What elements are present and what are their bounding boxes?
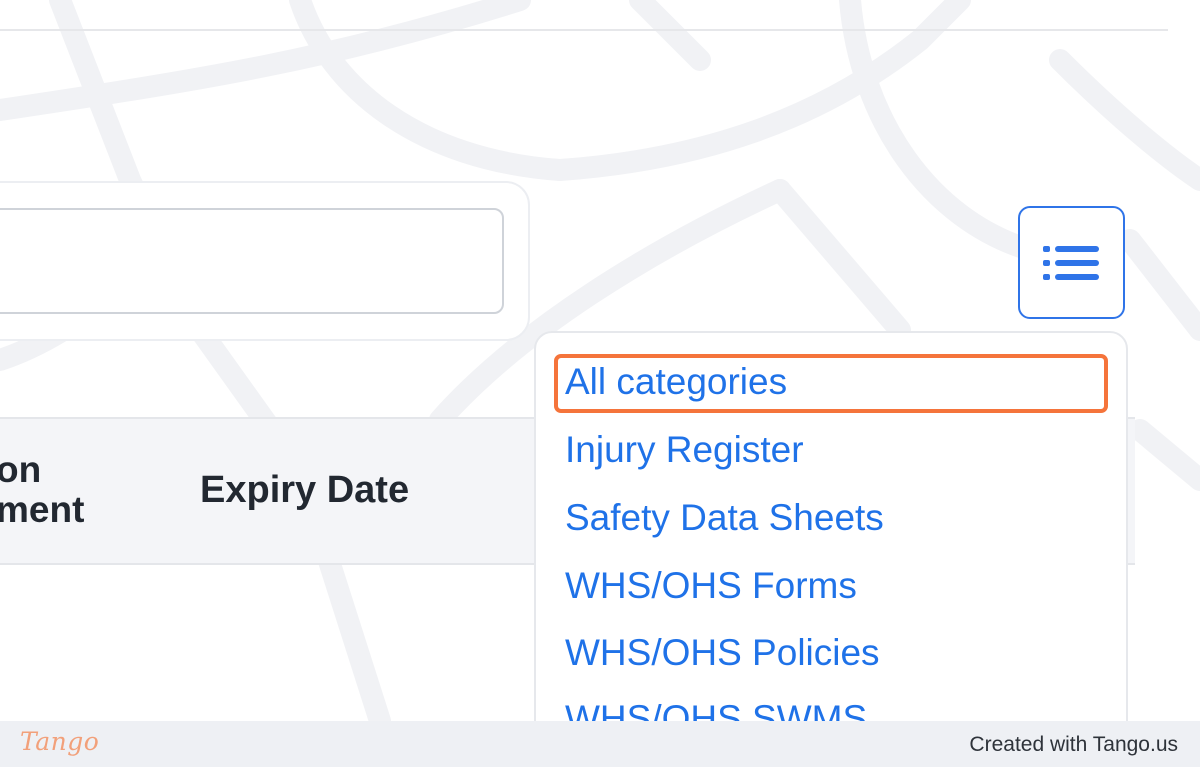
top-divider <box>0 29 1168 31</box>
step-highlight-box <box>554 354 1108 413</box>
dropdown-item-whs-ohs-policies[interactable]: WHS/OHS Policies <box>565 625 880 681</box>
table-header-expiry-date[interactable]: Expiry Date <box>200 468 409 512</box>
partial-column-line-2: ment <box>0 489 85 530</box>
dropdown-item-injury-register[interactable]: Injury Register <box>565 422 804 478</box>
tango-logo: Tango <box>20 727 100 756</box>
search-input[interactable] <box>0 208 504 314</box>
category-filter-button[interactable] <box>1018 206 1125 319</box>
dropdown-item-whs-ohs-forms[interactable]: WHS/OHS Forms <box>565 558 857 614</box>
screenshot-frame: on ment Expiry Date All categories Injur… <box>0 0 1200 721</box>
created-with-credit: Created with Tango.us <box>969 733 1178 756</box>
dropdown-item-safety-data-sheets[interactable]: Safety Data Sheets <box>565 490 884 546</box>
table-header-partial-column: on ment <box>0 450 120 530</box>
list-icon <box>1042 245 1099 280</box>
partial-column-line-1: on <box>0 449 42 490</box>
dropdown-item-whs-ohs-swms[interactable]: WHS/OHS SWMS <box>565 691 867 721</box>
